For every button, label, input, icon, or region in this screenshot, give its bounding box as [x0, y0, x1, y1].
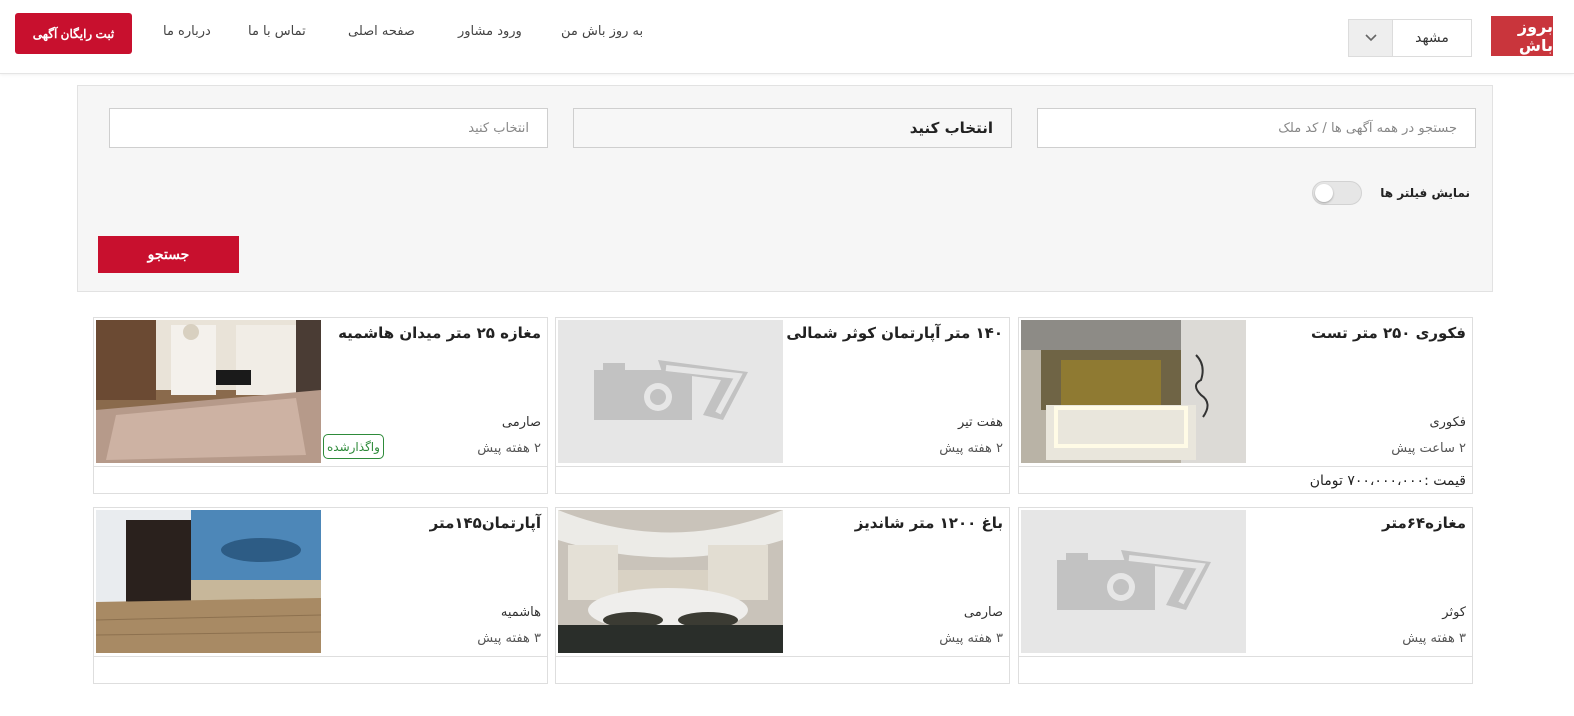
- listing-photo[interactable]: [96, 320, 321, 463]
- nav-consultant-login[interactable]: ورود مشاور: [458, 24, 522, 39]
- listing-price: قیمت :۷۰۰،۰۰۰،۰۰۰ تومان: [1019, 466, 1472, 494]
- listing-time: ۲ ساعت پیش: [1391, 441, 1466, 456]
- search-button[interactable]: جستجو: [98, 236, 239, 273]
- listing-location: کوثر: [1442, 605, 1466, 620]
- listing-card[interactable]: ۱۴۰ متر آپارتمان کوثر شمالی هفت تیر ۲ هف…: [555, 317, 1010, 494]
- listing-photo-placeholder[interactable]: [1021, 510, 1246, 653]
- nav-home[interactable]: صفحه اصلی: [348, 24, 415, 39]
- post-free-ad-button[interactable]: ثبت رایگان آگهی: [15, 13, 132, 54]
- listing-location: صارمی: [963, 605, 1003, 620]
- listing-card[interactable]: آپارتمان۱۴۵متر هاشمیه ۳ هفته پیش: [93, 507, 548, 684]
- listing-time: ۳ هفته پیش: [1402, 631, 1466, 646]
- listing-location: فکوری: [1429, 415, 1466, 430]
- listing-photo[interactable]: [96, 510, 321, 653]
- search-input[interactable]: جستجو در همه آگهی ها / کد ملک: [1037, 108, 1476, 148]
- filter-toggle-label: نمایش فیلتر ها: [1380, 186, 1470, 200]
- listing-location: صارمی: [501, 415, 541, 430]
- listing-time: ۲ هفته پیش: [477, 441, 541, 456]
- listing-title[interactable]: مغازه۶۴متر: [1382, 514, 1466, 532]
- listing-card[interactable]: مغازه ۲۵ متر میدان هاشمیه صارمی ۲ هفته پ…: [93, 317, 548, 494]
- listing-location: هاشمیه: [500, 605, 541, 620]
- search-panel: جستجو در همه آگهی ها / کد ملک انتخاب کنی…: [77, 85, 1493, 292]
- listing-time: ۳ هفته پیش: [939, 631, 1003, 646]
- camera-icon: [558, 320, 783, 463]
- listing-photo-placeholder[interactable]: [558, 320, 783, 463]
- nav-contact[interactable]: تماس با ما: [248, 24, 306, 39]
- listing-card[interactable]: باغ ۱۲۰۰ متر شاندیز صارمی ۳ هفته پیش: [555, 507, 1010, 684]
- listing-title[interactable]: فکوری ۲۵۰ متر تست: [1311, 324, 1466, 342]
- listing-title[interactable]: آپارتمان۱۴۵متر: [430, 514, 541, 532]
- listing-photo[interactable]: [1021, 320, 1246, 463]
- listing-card[interactable]: مغازه۶۴متر کوثر ۳ هفته پیش: [1018, 507, 1473, 684]
- nav-my-updates[interactable]: به روز باش من: [561, 24, 643, 39]
- filter-toggle-switch[interactable]: [1312, 181, 1363, 205]
- chevron-down-icon[interactable]: [1349, 20, 1393, 56]
- listing-price: [556, 656, 1009, 684]
- toggle-knob: [1315, 184, 1334, 202]
- listing-title[interactable]: ۱۴۰ متر آپارتمان کوثر شمالی: [786, 324, 1003, 342]
- transferred-badge: واگذارشده: [323, 434, 384, 459]
- listing-photo[interactable]: [558, 510, 783, 653]
- city-selector-value: مشهد: [1415, 30, 1449, 46]
- city-selector[interactable]: مشهد: [1348, 19, 1472, 57]
- filter-toggle-row: نمایش فیلتر ها: [1312, 181, 1470, 205]
- listing-price: [94, 656, 547, 684]
- listing-location: هفت تیر: [957, 415, 1003, 430]
- listing-price: [94, 466, 547, 494]
- nav-about[interactable]: درباره ما: [163, 24, 211, 39]
- listing-time: ۳ هفته پیش: [477, 631, 541, 646]
- site-logo[interactable]: بروز باش: [1491, 16, 1553, 56]
- camera-icon: [1021, 510, 1246, 653]
- category-select[interactable]: انتخاب کنید: [573, 108, 1012, 148]
- listing-card[interactable]: فکوری ۲۵۰ متر تست فکوری ۲ ساعت پیش قیمت …: [1018, 317, 1473, 494]
- listing-price: [1019, 656, 1472, 684]
- listing-price: [556, 466, 1009, 494]
- listing-title[interactable]: مغازه ۲۵ متر میدان هاشمیه: [338, 324, 541, 342]
- area-select[interactable]: انتخاب کنید: [109, 108, 548, 148]
- top-navbar: بروز باش مشهد به روز باش من ورود مشاور ص…: [0, 0, 1574, 74]
- listing-title[interactable]: باغ ۱۲۰۰ متر شاندیز: [855, 514, 1003, 532]
- listing-time: ۲ هفته پیش: [939, 441, 1003, 456]
